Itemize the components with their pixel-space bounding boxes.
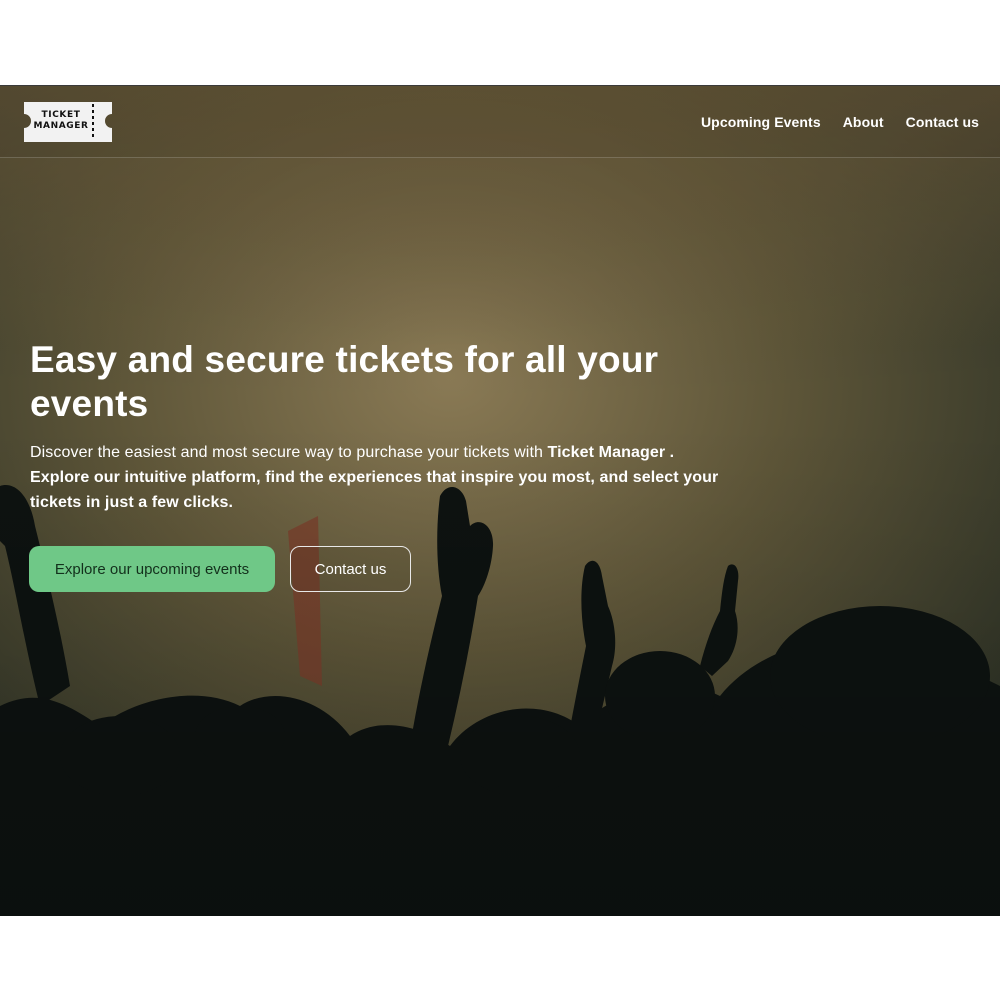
nav-about[interactable]: About — [843, 114, 884, 130]
top-navbar: TICKET MANAGER Upcoming Events About Con… — [0, 86, 1000, 158]
logo-wordmark: TICKET MANAGER — [30, 110, 92, 132]
page-frame: TICKET MANAGER Upcoming Events About Con… — [0, 85, 1000, 916]
nav-contact-us[interactable]: Contact us — [906, 114, 979, 130]
logo-line-1: TICKET — [41, 110, 81, 120]
hero-actions: Explore our upcoming events Contact us — [29, 546, 411, 592]
main-nav: Upcoming Events About Contact us — [701, 114, 979, 130]
nav-upcoming-events[interactable]: Upcoming Events — [701, 114, 821, 130]
hero-description-intro: Discover the easiest and most secure way… — [30, 444, 548, 461]
explore-events-button[interactable]: Explore our upcoming events — [29, 546, 275, 592]
hero-section: Easy and secure tickets for all your eve… — [30, 338, 720, 515]
hero-description: Discover the easiest and most secure way… — [30, 440, 720, 515]
ticket-manager-logo[interactable]: TICKET MANAGER — [22, 100, 114, 144]
contact-us-button[interactable]: Contact us — [290, 546, 411, 592]
logo-line-2: MANAGER — [33, 121, 89, 131]
hero-title: Easy and secure tickets for all your eve… — [30, 339, 659, 424]
